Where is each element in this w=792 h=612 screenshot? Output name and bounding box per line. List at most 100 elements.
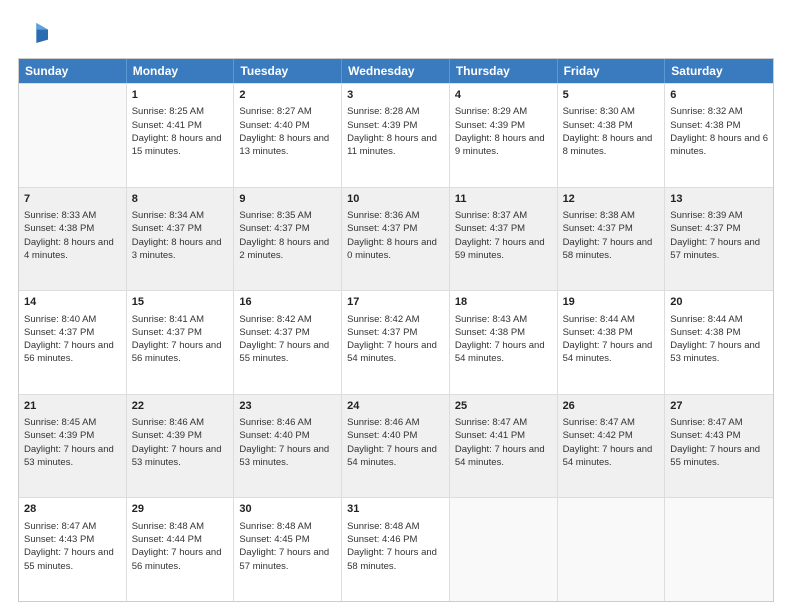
sunrise: Sunrise: 8:33 AM <box>24 209 121 222</box>
sunset: Sunset: 4:38 PM <box>670 119 768 132</box>
daylight-hours: Daylight: 7 hours and 56 minutes. <box>24 339 121 366</box>
sunrise: Sunrise: 8:47 AM <box>24 520 121 533</box>
daylight-hours: Daylight: 7 hours and 55 minutes. <box>239 339 336 366</box>
day-number: 3 <box>347 88 444 103</box>
sunrise: Sunrise: 8:42 AM <box>239 313 336 326</box>
daylight-hours: Daylight: 7 hours and 54 minutes. <box>347 339 444 366</box>
sunset: Sunset: 4:39 PM <box>455 119 552 132</box>
day-number: 5 <box>563 88 660 103</box>
daylight-hours: Daylight: 8 hours and 11 minutes. <box>347 132 444 159</box>
sunrise: Sunrise: 8:44 AM <box>563 313 660 326</box>
sunset: Sunset: 4:42 PM <box>563 429 660 442</box>
calendar-cell: 26 Sunrise: 8:47 AMSunset: 4:42 PMDayligh… <box>558 395 666 498</box>
calendar-week: 14Sunrise: 8:40 AMSunset: 4:37 PMDayligh… <box>19 290 773 394</box>
sunset: Sunset: 4:40 PM <box>347 429 444 442</box>
sunset: Sunset: 4:38 PM <box>455 326 552 339</box>
sunrise: Sunrise: 8:36 AM <box>347 209 444 222</box>
sunrise: Sunrise: 8:47 AM <box>563 416 660 429</box>
day-number: 14 <box>24 295 121 310</box>
calendar-week: 21Sunrise: 8:45 AMSunset: 4:39 PMDayligh… <box>19 394 773 498</box>
day-number: 19 <box>563 295 660 310</box>
header <box>18 18 774 48</box>
calendar-header-day: Saturday <box>665 59 773 83</box>
calendar-cell: 6Sunrise: 8:32 AMSunset: 4:38 PMDaylight… <box>665 84 773 187</box>
day-number: 16 <box>239 295 336 310</box>
sunrise: Sunrise: 8:32 AM <box>670 105 768 118</box>
calendar-cell: 4Sunrise: 8:29 AMSunset: 4:39 PMDaylight… <box>450 84 558 187</box>
sunset: Sunset: 4:40 PM <box>239 429 336 442</box>
sunrise: Sunrise: 8:42 AM <box>347 313 444 326</box>
sunset: Sunset: 4:39 PM <box>24 429 121 442</box>
calendar-cell: 28Sunrise: 8:47 AMSunset: 4:43 PMDayligh… <box>19 498 127 601</box>
sunrise: Sunrise: 8:46 AM <box>132 416 229 429</box>
calendar-header-day: Friday <box>558 59 666 83</box>
calendar-cell: 8Sunrise: 8:34 AMSunset: 4:37 PMDaylight… <box>127 188 235 291</box>
sunrise: Sunrise: 8:35 AM <box>239 209 336 222</box>
calendar-cell <box>19 84 127 187</box>
calendar-cell: 15Sunrise: 8:41 AMSunset: 4:37 PMDayligh… <box>127 291 235 394</box>
sunset: Sunset: 4:37 PM <box>239 326 336 339</box>
daylight-hours: Daylight: 7 hours and 54 minutes. <box>563 443 660 470</box>
calendar-week: 1Sunrise: 8:25 AMSunset: 4:41 PMDaylight… <box>19 83 773 187</box>
sunset: Sunset: 4:39 PM <box>132 429 229 442</box>
day-number: 7 <box>24 192 121 207</box>
calendar-header-day: Monday <box>127 59 235 83</box>
day-number: 11 <box>455 192 552 207</box>
calendar-cell: 12Sunrise: 8:38 AMSunset: 4:37 PMDayligh… <box>558 188 666 291</box>
daylight-hours: Daylight: 7 hours and 57 minutes. <box>670 236 768 263</box>
sunset: Sunset: 4:37 PM <box>239 222 336 235</box>
sunrise: Sunrise: 8:48 AM <box>239 520 336 533</box>
day-number: 4 <box>455 88 552 103</box>
calendar-week: 28Sunrise: 8:47 AMSunset: 4:43 PMDayligh… <box>19 497 773 601</box>
calendar-cell: 24 Sunrise: 8:46 AMSunset: 4:40 PMDayligh… <box>342 395 450 498</box>
daylight-hours: Daylight: 8 hours and 15 minutes. <box>132 132 229 159</box>
calendar-cell <box>450 498 558 601</box>
sunset: Sunset: 4:37 PM <box>670 222 768 235</box>
daylight-hours: Daylight: 7 hours and 54 minutes. <box>455 339 552 366</box>
sunrise: Sunrise: 8:30 AM <box>563 105 660 118</box>
calendar-header-day: Tuesday <box>234 59 342 83</box>
daylight-hours: Daylight: 8 hours and 2 minutes. <box>239 236 336 263</box>
sunset: Sunset: 4:37 PM <box>24 326 121 339</box>
calendar-week: 7Sunrise: 8:33 AMSunset: 4:38 PMDaylight… <box>19 187 773 291</box>
sunrise: Sunrise: 8:39 AM <box>670 209 768 222</box>
day-number: 31 <box>347 502 444 517</box>
daylight-hours: Daylight: 8 hours and 9 minutes. <box>455 132 552 159</box>
daylight-hours: Daylight: 8 hours and 0 minutes. <box>347 236 444 263</box>
daylight-hours: Daylight: 7 hours and 58 minutes. <box>347 546 444 573</box>
sunrise: Sunrise: 8:44 AM <box>670 313 768 326</box>
calendar-cell: 23Sunrise: 8:46 AMSunset: 4:40 PMDayligh… <box>234 395 342 498</box>
logo-icon <box>18 18 48 48</box>
calendar-cell: 17Sunrise: 8:42 AMSunset: 4:37 PMDayligh… <box>342 291 450 394</box>
daylight-hours: Daylight: 7 hours and 58 minutes. <box>563 236 660 263</box>
sunset: Sunset: 4:38 PM <box>563 326 660 339</box>
sunset: Sunset: 4:37 PM <box>347 326 444 339</box>
daylight-hours: Daylight: 8 hours and 4 minutes. <box>24 236 121 263</box>
day-number: 30 <box>239 502 336 517</box>
calendar-cell: 21Sunrise: 8:45 AMSunset: 4:39 PMDayligh… <box>19 395 127 498</box>
sunset: Sunset: 4:38 PM <box>24 222 121 235</box>
sunrise: Sunrise: 8:27 AM <box>239 105 336 118</box>
day-number: 24 <box>347 399 444 414</box>
daylight-hours: Daylight: 7 hours and 59 minutes. <box>455 236 552 263</box>
daylight-hours: Daylight: 7 hours and 54 minutes. <box>347 443 444 470</box>
calendar-cell: 10Sunrise: 8:36 AMSunset: 4:37 PMDayligh… <box>342 188 450 291</box>
day-number: 29 <box>132 502 229 517</box>
calendar-cell <box>665 498 773 601</box>
day-number: 8 <box>132 192 229 207</box>
sunset: Sunset: 4:37 PM <box>455 222 552 235</box>
calendar-cell: 5Sunrise: 8:30 AMSunset: 4:38 PMDaylight… <box>558 84 666 187</box>
day-number: 21 <box>24 399 121 414</box>
sunset: Sunset: 4:46 PM <box>347 533 444 546</box>
day-number: 2 <box>239 88 336 103</box>
sunrise: Sunrise: 8:41 AM <box>132 313 229 326</box>
daylight-hours: Daylight: 7 hours and 53 minutes. <box>239 443 336 470</box>
daylight-hours: Daylight: 7 hours and 56 minutes. <box>132 546 229 573</box>
sunset: Sunset: 4:37 PM <box>347 222 444 235</box>
calendar-cell: 9Sunrise: 8:35 AMSunset: 4:37 PMDaylight… <box>234 188 342 291</box>
logo <box>18 18 52 48</box>
day-number: 26 <box>563 399 660 414</box>
sunset: Sunset: 4:40 PM <box>239 119 336 132</box>
calendar-cell: 31Sunrise: 8:48 AMSunset: 4:46 PMDayligh… <box>342 498 450 601</box>
sunrise: Sunrise: 8:46 AM <box>347 416 444 429</box>
